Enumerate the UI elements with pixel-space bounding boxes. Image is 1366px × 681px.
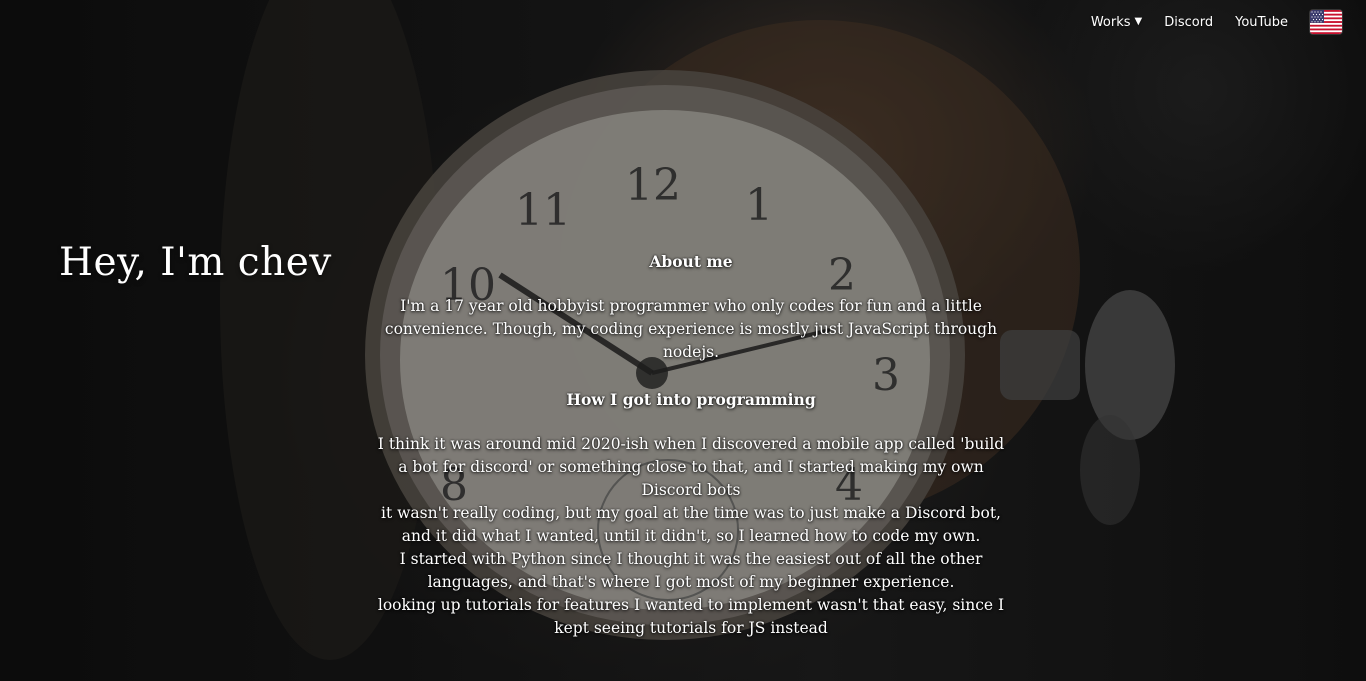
- programming-heading: How I got into programming: [566, 390, 816, 409]
- nav-youtube-label: YouTube: [1235, 14, 1288, 30]
- about-heading: About me: [649, 252, 733, 271]
- programming-line: I think it was around mid 2020-ish when …: [377, 435, 1005, 499]
- programming-line: it wasn't really coding, but my goal at …: [381, 504, 1001, 545]
- about-paragraph: I'm a 17 year old hobbyist programmer wh…: [384, 297, 998, 361]
- top-navigation: Works ▼ Discord YouTube: [1091, 0, 1342, 44]
- nav-discord-link[interactable]: Discord: [1164, 15, 1213, 30]
- programming-line: looking up tutorials for features I want…: [377, 596, 1005, 637]
- hero-title: Hey, I'm chev: [59, 240, 332, 285]
- nav-youtube-link[interactable]: YouTube: [1235, 15, 1288, 30]
- us-flag-icon[interactable]: [1310, 10, 1342, 34]
- nav-discord-label: Discord: [1164, 14, 1214, 30]
- nav-works-dropdown[interactable]: Works ▼: [1091, 15, 1142, 30]
- nav-works-label: Works: [1090, 14, 1131, 30]
- main-content: About me I'm a 17 year old hobbyist prog…: [376, 250, 1006, 640]
- programming-line: I started with Python since I thought it…: [399, 550, 983, 591]
- chevron-down-icon: ▼: [1134, 16, 1143, 27]
